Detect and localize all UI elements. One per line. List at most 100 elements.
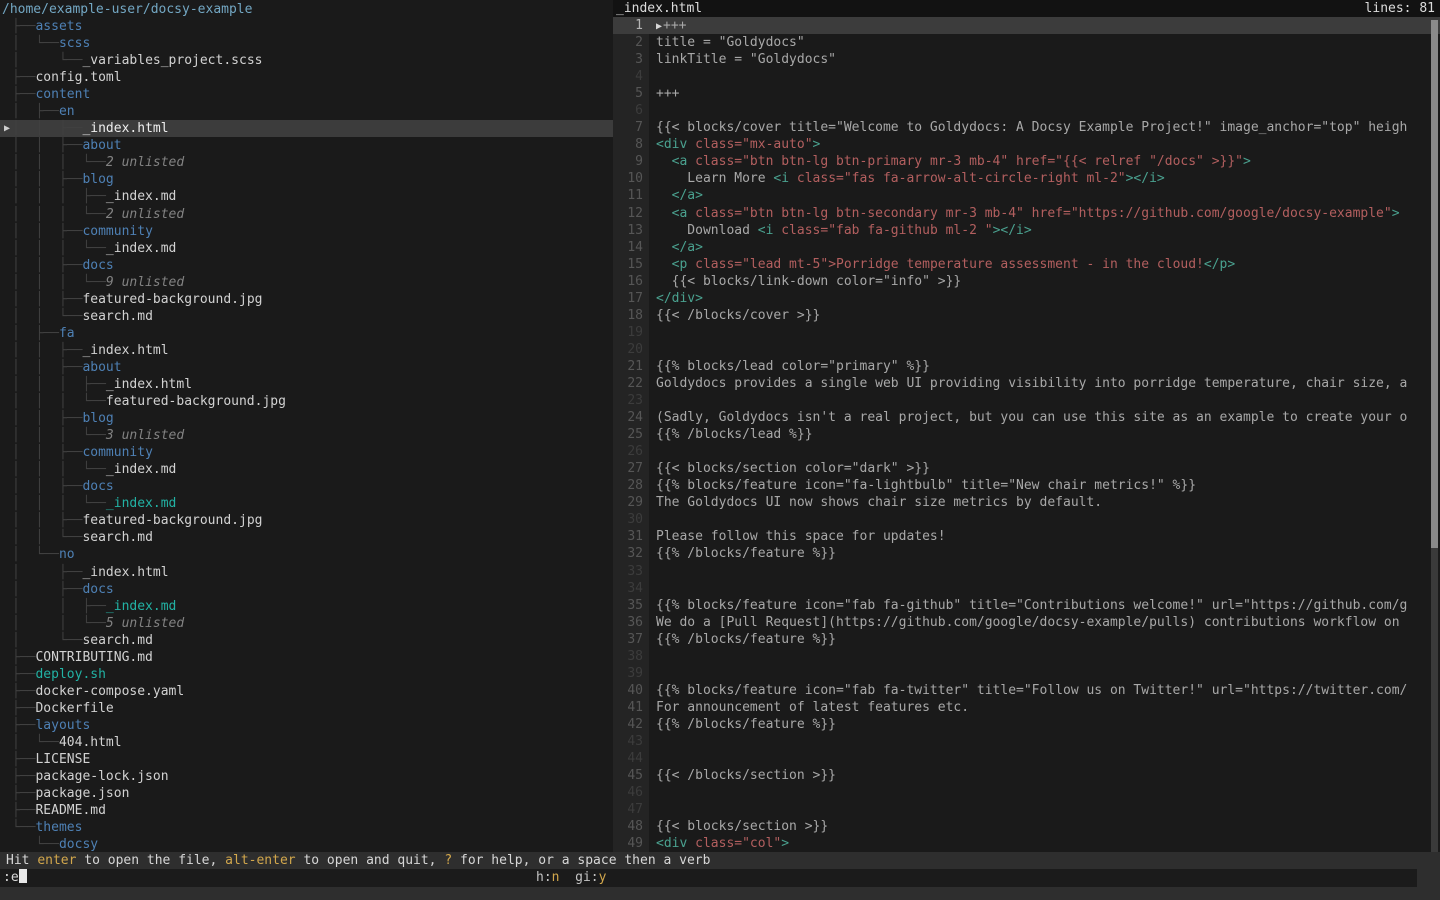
tree-item-_index.md[interactable]: │ │ │ └──_index.md bbox=[0, 240, 613, 257]
tree-branch: │ ├── bbox=[12, 104, 59, 119]
code-line-22: 22Goldydocs provides a single web UI pro… bbox=[613, 375, 1440, 392]
tree-branch: │ └── bbox=[12, 735, 59, 750]
line-text: {{< /blocks/cover >}} bbox=[649, 307, 820, 324]
tree-item-label: fa bbox=[59, 326, 75, 341]
line-number: 15 bbox=[613, 256, 649, 273]
tree-item-deploy.sh[interactable]: ├──deploy.sh bbox=[0, 666, 613, 683]
line-number: 25 bbox=[613, 426, 649, 443]
tree-item-_index.md[interactable]: │ │ │ ├──_index.md bbox=[0, 188, 613, 205]
command-input[interactable]: :e h:n gi:y bbox=[0, 869, 1417, 887]
code-line-34: 34 bbox=[613, 580, 1440, 597]
code-line-24: 24(Sadly, Goldydocs isn't a real project… bbox=[613, 409, 1440, 426]
tree-item-featured-background.jpg[interactable]: │ │ │ └──featured-background.jpg bbox=[0, 393, 613, 410]
tree-item-search.md[interactable]: │ └──search.md bbox=[0, 632, 613, 649]
tree-item-about[interactable]: │ │ ├──about bbox=[0, 359, 613, 376]
root-path: /home/example-user/docsy-example bbox=[0, 0, 613, 18]
code-line-6: 6 bbox=[613, 102, 1440, 119]
preview-scrollbar[interactable] bbox=[1431, 17, 1438, 852]
tree-item-content[interactable]: ├──content bbox=[0, 86, 613, 103]
line-text: (Sadly, Goldydocs isn't a real project, … bbox=[649, 409, 1407, 426]
tree-item-CONTRIBUTING.md[interactable]: ├──CONTRIBUTING.md bbox=[0, 649, 613, 666]
tree-item-2-unlisted[interactable]: │ │ │ └──2 unlisted bbox=[0, 206, 613, 223]
tree-item-package.json[interactable]: ├──package.json bbox=[0, 785, 613, 802]
tree-item-config.toml[interactable]: ├──config.toml bbox=[0, 69, 613, 86]
text-segment bbox=[656, 240, 672, 255]
tree-item-docs[interactable]: │ │ ├──docs bbox=[0, 478, 613, 495]
tree-item-label: themes bbox=[35, 820, 82, 835]
tree-item-docsy[interactable]: └──docsy bbox=[0, 836, 613, 852]
tree-item-_variables_project.scss[interactable]: │ └──_variables_project.scss bbox=[0, 52, 613, 69]
tree-item-community[interactable]: │ │ ├──community bbox=[0, 444, 613, 461]
tree-item-blog[interactable]: │ │ ├──blog bbox=[0, 410, 613, 427]
line-text bbox=[649, 665, 656, 682]
code-line-3: 3linkTitle = "Goldydocs" bbox=[613, 51, 1440, 68]
tree-item-README.md[interactable]: ├──README.md bbox=[0, 802, 613, 819]
tree-item-assets[interactable]: ├──assets bbox=[0, 18, 613, 35]
tree-item-docker-compose.yaml[interactable]: ├──docker-compose.yaml bbox=[0, 683, 613, 700]
text-segment bbox=[656, 188, 672, 203]
line-number: 6 bbox=[613, 102, 649, 119]
tree-item-layouts[interactable]: ├──layouts bbox=[0, 717, 613, 734]
line-text bbox=[649, 801, 656, 818]
line-number: 32 bbox=[613, 545, 649, 562]
tree-item-Dockerfile[interactable]: ├──Dockerfile bbox=[0, 700, 613, 717]
tree-item-_index.md[interactable]: │ │ │ └──_index.md bbox=[0, 495, 613, 512]
tree-item-search.md[interactable]: │ │ └──search.md bbox=[0, 308, 613, 325]
tree-item-label: package.json bbox=[35, 786, 129, 801]
tree-item-_index.md[interactable]: │ │ ├──_index.md bbox=[0, 598, 613, 615]
line-number: 17 bbox=[613, 290, 649, 307]
tree-item-docs[interactable]: │ ├──docs bbox=[0, 581, 613, 598]
tree-item-featured-background.jpg[interactable]: │ │ ├──featured-background.jpg bbox=[0, 512, 613, 529]
line-number: 12 bbox=[613, 205, 649, 222]
tree-item-LICENSE[interactable]: ├──LICENSE bbox=[0, 751, 613, 768]
broot-window: /home/example-user/docsy-example ├──asse… bbox=[0, 0, 1440, 900]
tree-item-en[interactable]: │ ├──en bbox=[0, 103, 613, 120]
tree-item-_index.html[interactable]: │ │ │ ├──_index.html bbox=[0, 376, 613, 393]
tree-item-scss[interactable]: │ └──scss bbox=[0, 35, 613, 52]
tree-item-_index.html[interactable]: ▶│ │ ├──_index.html bbox=[0, 120, 613, 137]
tree-item-label: 3 unlisted bbox=[106, 428, 184, 443]
tree-item-label: _variables_project.scss bbox=[82, 53, 262, 68]
tree-branch: ├── bbox=[12, 718, 35, 733]
tree-item-package-lock.json[interactable]: ├──package-lock.json bbox=[0, 768, 613, 785]
tree-item-9-unlisted[interactable]: │ │ │ └──9 unlisted bbox=[0, 274, 613, 291]
tree-item-themes[interactable]: └──themes bbox=[0, 819, 613, 836]
text-segment: {{< blocks/cover title="Welcome to Goldy… bbox=[656, 120, 1407, 135]
tree-item-featured-background.jpg[interactable]: │ │ ├──featured-background.jpg bbox=[0, 291, 613, 308]
tree-item-fa[interactable]: │ ├──fa bbox=[0, 325, 613, 342]
tree-item-blog[interactable]: │ │ ├──blog bbox=[0, 171, 613, 188]
code-line-47: 47 bbox=[613, 801, 1440, 818]
text-segment: Download bbox=[656, 223, 758, 238]
tree-item-_index.html[interactable]: │ │ ├──_index.html bbox=[0, 342, 613, 359]
text-segment: enter bbox=[37, 853, 76, 868]
tree-item-no[interactable]: │ └──no bbox=[0, 546, 613, 563]
line-text: Goldydocs provides a single web UI provi… bbox=[649, 375, 1407, 392]
input-value[interactable]: :e bbox=[3, 869, 27, 887]
text-segment: <i bbox=[773, 171, 789, 186]
tree-item-_index.html[interactable]: │ ├──_index.html bbox=[0, 564, 613, 581]
tree-item-_index.md[interactable]: │ │ │ └──_index.md bbox=[0, 461, 613, 478]
code-line-13: 13 Download <i class="fab fa-github ml-2… bbox=[613, 222, 1440, 239]
tree-item-2-unlisted[interactable]: │ │ │ └──2 unlisted bbox=[0, 154, 613, 171]
tree-branch: └── bbox=[12, 820, 35, 835]
tree-item-community[interactable]: │ │ ├──community bbox=[0, 223, 613, 240]
line-number: 21 bbox=[613, 358, 649, 375]
tree-item-3-unlisted[interactable]: │ │ │ └──3 unlisted bbox=[0, 427, 613, 444]
tree-item-label: _index.md bbox=[106, 496, 176, 511]
tree-item-5-unlisted[interactable]: │ │ └──5 unlisted bbox=[0, 615, 613, 632]
tree-branch: └── bbox=[12, 837, 59, 852]
scrollbar-track[interactable] bbox=[1431, 548, 1438, 852]
tree-item-404.html[interactable]: │ └──404.html bbox=[0, 734, 613, 751]
tree-item-about[interactable]: │ │ ├──about bbox=[0, 137, 613, 154]
scrollbar-thumb[interactable] bbox=[1431, 20, 1438, 548]
text-segment: > bbox=[1392, 206, 1400, 221]
tree-item-search.md[interactable]: │ │ └──search.md bbox=[0, 529, 613, 546]
text-segment bbox=[656, 206, 672, 221]
line-number: 4 bbox=[613, 68, 649, 85]
line-text bbox=[649, 784, 656, 801]
tree-item-label: assets bbox=[35, 19, 82, 34]
tree-item-docs[interactable]: │ │ ├──docs bbox=[0, 257, 613, 274]
line-number: 49 bbox=[613, 835, 649, 852]
line-number: 34 bbox=[613, 580, 649, 597]
text-segment: class="fas fa-arrow-alt-circle-right ml-… bbox=[789, 171, 1126, 186]
